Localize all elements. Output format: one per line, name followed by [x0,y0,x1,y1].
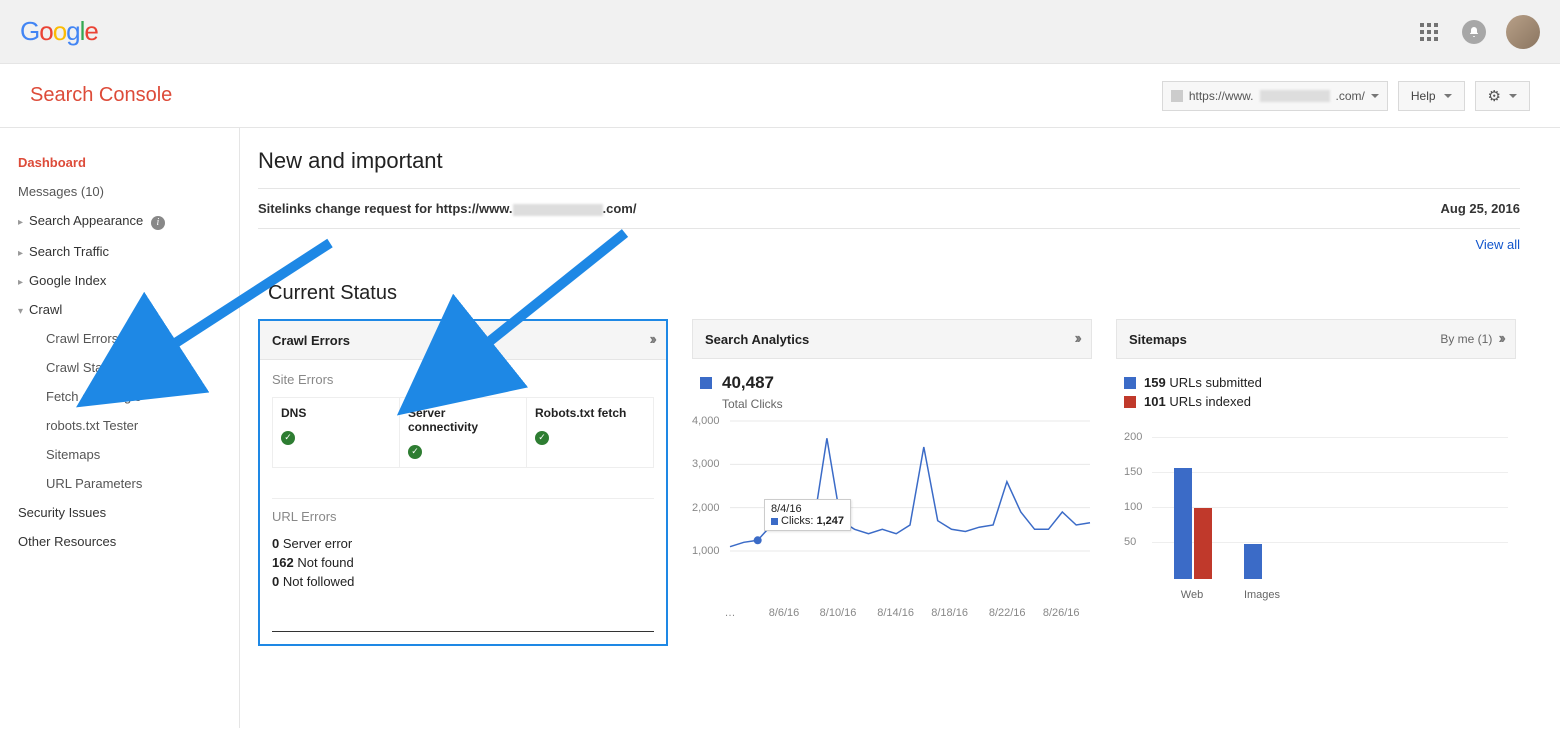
sitemaps-bar-chart: 50100150200WebImages [1124,427,1508,607]
new-important-heading: New and important [258,148,1520,174]
sidebar-item-other-resources[interactable]: Other Resources [18,527,219,556]
not-found-row: 162 Not found [272,553,654,572]
help-label: Help [1411,89,1436,103]
apps-icon[interactable] [1420,23,1438,41]
chart-tooltip: 8/4/16 Clicks: 1,247 [764,499,851,531]
sub-header: Search Console https://www. .com/ Help ⚙ [0,64,1560,128]
annotation-arrow-icon [445,228,645,371]
chevron-right-icon: ›› [1074,330,1079,348]
total-clicks-value: 40,487 [700,373,1092,393]
legend-square-icon [1124,396,1136,408]
legend-square-icon [1124,377,1136,389]
site-errors-table: DNS ✓ Server connectivity ✓ Robots.txt f… [272,397,654,468]
sitemaps-header[interactable]: Sitemaps By me (1) ›› [1116,319,1516,359]
robots-fetch-status: Robots.txt fetch ✓ [527,398,653,467]
annotation-arrow-icon [130,238,350,371]
chevron-down-icon [1509,94,1517,98]
sidebar-item-search-appearance[interactable]: Search Appearance i [18,206,219,237]
sidebar-item-robots-tester[interactable]: robots.txt Tester [18,411,219,440]
site-url-suffix: .com/ [1336,89,1365,103]
clicks-line-chart: 8/4/16 Clicks: 1,247 1,0002,0003,0004,00… [692,421,1092,601]
sidebar-item-sitemaps[interactable]: Sitemaps [18,440,219,469]
user-avatar[interactable] [1506,15,1540,49]
check-icon: ✓ [408,445,422,459]
search-analytics-title: Search Analytics [705,332,809,347]
sidebar-item-messages[interactable]: Messages (10) [18,177,219,206]
total-clicks-label: Total Clicks [722,397,1092,411]
message-row[interactable]: Sitelinks change request for https://www… [258,188,1520,229]
app-title: Search Console [30,84,172,107]
check-icon: ✓ [281,431,295,445]
not-followed-row: 0 Not followed [272,572,654,591]
top-bar: Google [0,0,1560,64]
server-connectivity-status: Server connectivity ✓ [400,398,527,467]
sidebar-item-security-issues[interactable]: Security Issues [18,498,219,527]
google-logo[interactable]: Google [20,16,98,47]
sidebar-item-dashboard[interactable]: Dashboard [18,148,219,177]
notifications-icon[interactable] [1462,20,1486,44]
chevron-down-icon [1444,94,1452,98]
site-selector[interactable]: https://www. .com/ [1162,81,1388,111]
site-errors-label: Site Errors [272,372,654,387]
sitemaps-card: Sitemaps By me (1)›› 159 URLs submitted … [1116,319,1516,607]
message-text: Sitelinks change request for https://www… [258,201,636,216]
sitemaps-title: Sitemaps [1129,332,1187,347]
sidebar-item-url-parameters[interactable]: URL Parameters [18,469,219,498]
sidebar-item-fetch-as-google[interactable]: Fetch as Google [18,382,219,411]
submitted-legend: 159 URLs submitted [1124,375,1508,390]
by-me-label: By me (1) [1440,332,1492,346]
check-icon: ✓ [535,431,549,445]
chevron-right-icon: ›› [1498,330,1503,347]
site-url-blurred [1260,90,1330,102]
view-all-link[interactable]: View all [1475,237,1520,252]
content-area: New and important Sitelinks change reque… [240,128,1560,728]
server-error-row: 0 Server error [272,534,654,553]
legend-square-icon [700,377,712,389]
help-button[interactable]: Help [1398,81,1465,111]
search-analytics-header[interactable]: Search Analytics ›› [692,319,1092,359]
message-date: Aug 25, 2016 [1441,201,1521,216]
dns-status: DNS ✓ [273,398,400,467]
info-icon[interactable]: i [151,216,165,230]
chevron-right-icon: ›› [649,331,654,349]
gear-icon: ⚙ [1488,87,1501,105]
site-url-prefix: https://www. [1189,89,1254,103]
sidebar: Dashboard Messages (10) Search Appearanc… [0,128,240,728]
settings-button[interactable]: ⚙ [1475,81,1530,111]
indexed-legend: 101 URLs indexed [1124,394,1508,409]
url-errors-label: URL Errors [272,509,654,524]
chevron-down-icon [1371,94,1379,98]
search-analytics-card: Search Analytics ›› 40,487 Total Clicks … [692,319,1092,601]
